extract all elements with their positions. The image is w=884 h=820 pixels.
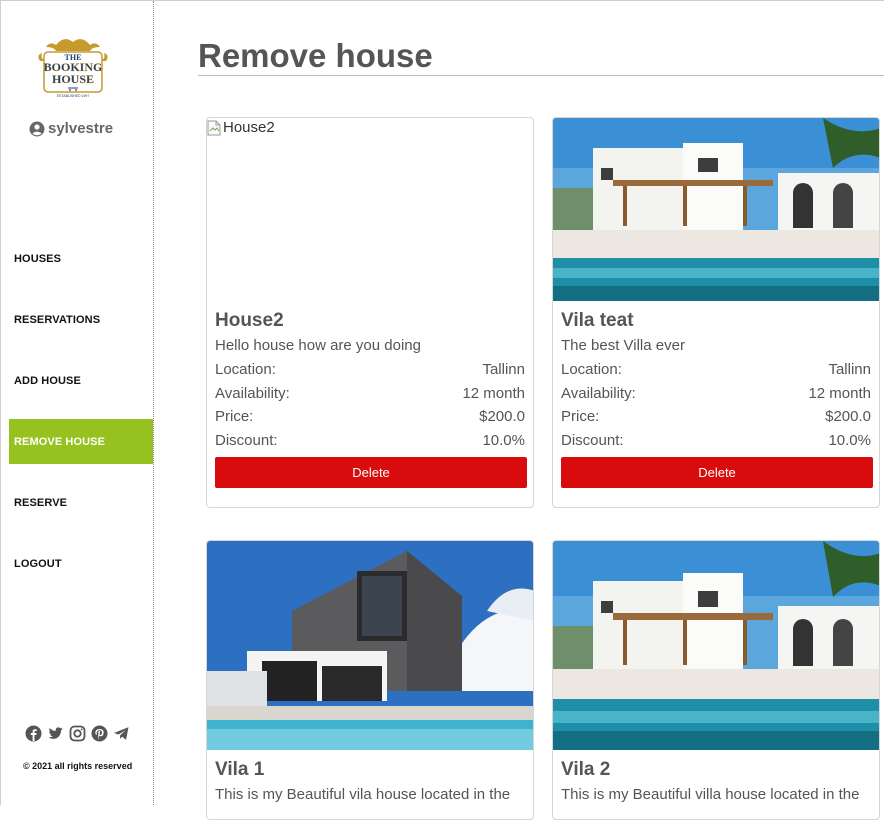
nav-item-add-house[interactable]: ADD HOUSE [9, 358, 153, 403]
price-row: Price: $200.0 [561, 407, 871, 427]
nav-item-houses[interactable]: HOUSES [9, 236, 153, 281]
discount-label: Discount: [215, 432, 278, 450]
house-name: Vila 2 [561, 759, 611, 780]
house-image [553, 118, 879, 301]
sidebar: THE BOOKING HOUSE ESTABLISHED 1997 sylve… [1, 1, 154, 805]
nav-item-reservations[interactable]: RESERVATIONS [9, 297, 153, 342]
title-divider [198, 75, 884, 76]
house-card: Vila 2 This is my Beautiful villa house … [552, 540, 880, 820]
username: sylvestre [48, 120, 114, 137]
house-description: Hello house how are you doing [215, 337, 421, 354]
location-label: Location: [561, 360, 622, 378]
price-row: Price: $200.0 [215, 407, 525, 427]
price-label: Price: [561, 408, 600, 426]
house-name: Vila 1 [215, 759, 265, 780]
house-card: Vila teat The best Villa ever Location: T… [552, 117, 880, 508]
location-value: Tallinn [482, 360, 525, 378]
pinterest-icon[interactable] [91, 725, 108, 742]
delete-button[interactable]: Delete [215, 457, 527, 489]
instagram-icon[interactable] [69, 725, 86, 742]
image-alt-text: House2 [223, 119, 275, 136]
nav-item-logout[interactable]: LOGOUT [9, 541, 153, 586]
availability-value: 12 month [462, 384, 525, 402]
facebook-icon[interactable] [25, 725, 42, 742]
logo-text-3: HOUSE [52, 72, 94, 86]
telegram-icon[interactable] [113, 725, 130, 742]
twitter-icon[interactable] [47, 725, 64, 742]
nav-item-reserve[interactable]: RESERVE [9, 480, 153, 525]
house-description: The best Villa ever [561, 337, 685, 354]
house-description: This is my Beautiful villa house located… [561, 786, 860, 803]
user-profile[interactable]: sylvestre [29, 120, 113, 137]
house-card: House2 House2 Hello house how are you do… [206, 117, 534, 508]
availability-label: Availability: [215, 384, 290, 402]
house-name: Vila teat [561, 310, 634, 331]
social-links [25, 725, 130, 742]
discount-label: Discount: [561, 432, 624, 450]
availability-row: Availability: 12 month [561, 384, 871, 404]
price-value: $200.0 [479, 408, 525, 426]
house-card: Vila 1 This is my Beautiful vila house l… [206, 540, 534, 820]
delete-button[interactable]: Delete [561, 457, 873, 489]
copyright-text: © 2021 all rights reserved [23, 761, 133, 771]
logo-tagline: ESTABLISHED 1997 [57, 94, 90, 98]
location-row: Location: Tallinn [215, 360, 525, 380]
house-image [207, 541, 533, 750]
house-name: House2 [215, 310, 284, 331]
location-value: Tallinn [828, 360, 871, 378]
page-title: Remove house [198, 37, 433, 74]
location-label: Location: [215, 360, 276, 378]
location-row: Location: Tallinn [561, 360, 871, 380]
price-label: Price: [215, 408, 254, 426]
availability-label: Availability: [561, 384, 636, 402]
broken-image-icon [207, 120, 221, 135]
house-image [553, 541, 879, 750]
booking-house-logo[interactable]: THE BOOKING HOUSE ESTABLISHED 1997 [34, 33, 112, 99]
discount-value: 10.0% [482, 432, 525, 450]
price-value: $200.0 [825, 408, 871, 426]
discount-row: Discount: 10.0% [215, 431, 525, 451]
house-image-broken: House2 [207, 118, 533, 301]
availability-value: 12 month [808, 384, 871, 402]
discount-value: 10.0% [828, 432, 871, 450]
user-avatar-icon [29, 121, 45, 136]
availability-row: Availability: 12 month [215, 384, 525, 404]
nav-item-remove-house[interactable]: REMOVE HOUSE [9, 419, 153, 464]
house-description: This is my Beautiful vila house located … [215, 786, 511, 803]
discount-row: Discount: 10.0% [561, 431, 871, 451]
